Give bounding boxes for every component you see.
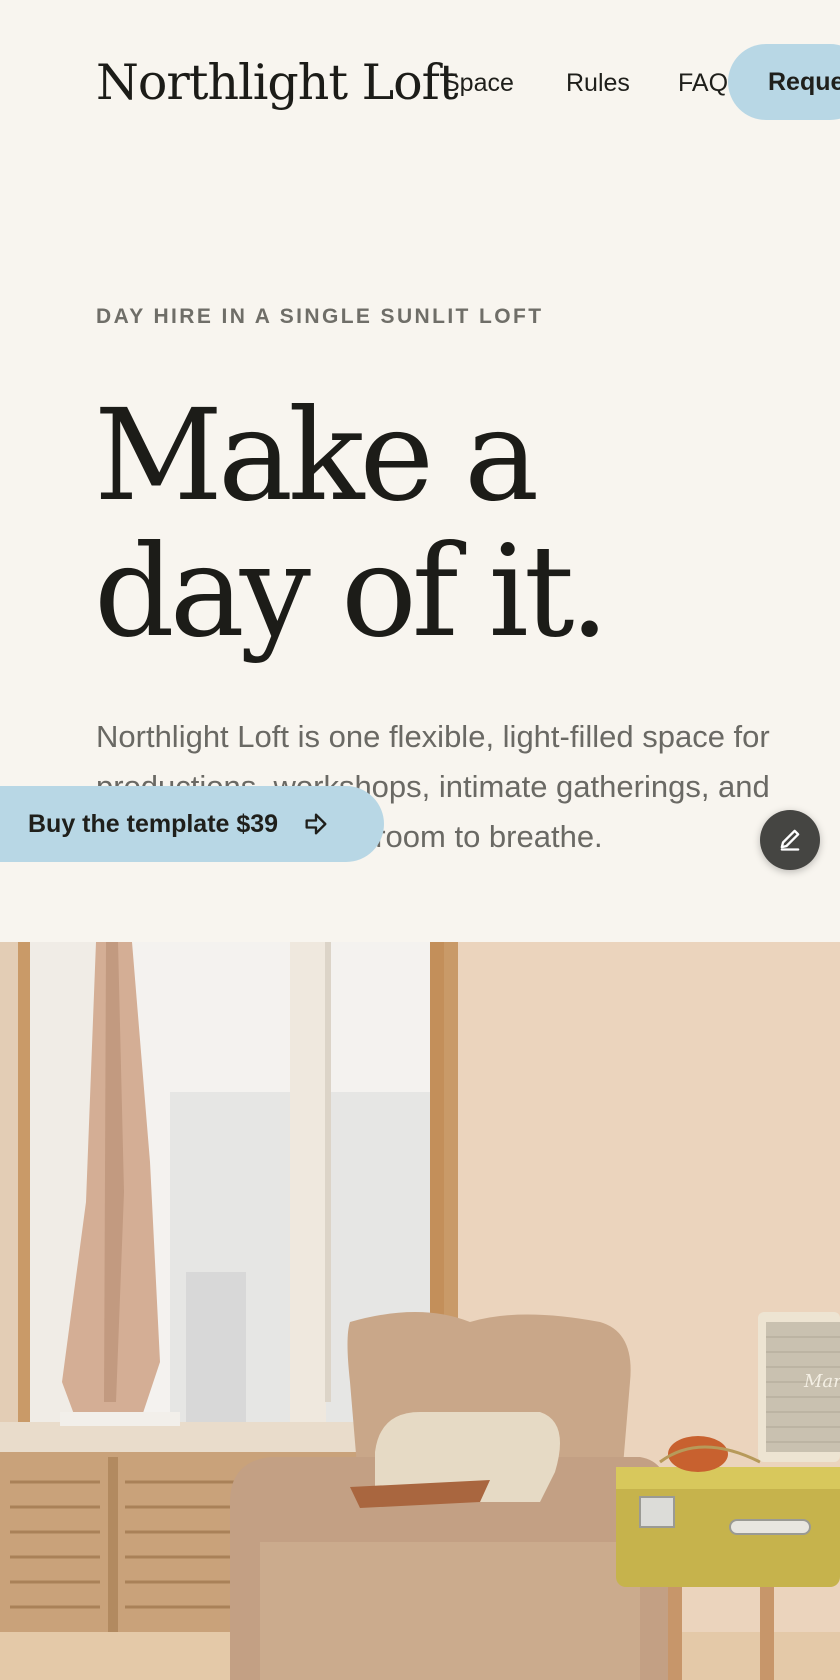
hero-photo: Marshall xyxy=(0,942,840,1680)
nav-link-faq[interactable]: FAQ xyxy=(678,64,728,102)
hero-title-line-1: Make a xyxy=(94,382,539,529)
loft-interior-illustration: Marshall xyxy=(0,942,840,1680)
buy-template-button[interactable]: Buy the template $39 xyxy=(0,786,384,862)
hero-eyebrow: DAY HIRE IN A SINGLE SUNLIT LOFT xyxy=(96,305,544,328)
nav-link-space[interactable]: Space xyxy=(443,64,514,102)
speaker-brand-logo: Marshall xyxy=(803,1371,840,1392)
edit-button[interactable] xyxy=(760,810,820,870)
hero-title: Make a day of it. xyxy=(94,388,794,660)
site-header: Northlight Loft Space Rules FAQ Request xyxy=(0,0,840,170)
arrow-right-icon xyxy=(302,810,330,838)
brand-logo[interactable]: Northlight Loft xyxy=(96,48,458,118)
nav-link-rules[interactable]: Rules xyxy=(566,64,630,102)
request-button[interactable]: Request xyxy=(728,44,840,120)
hero-title-line-2: day of it. xyxy=(94,518,610,665)
buy-template-label: Buy the template $39 xyxy=(28,809,279,838)
pencil-icon xyxy=(776,825,804,856)
